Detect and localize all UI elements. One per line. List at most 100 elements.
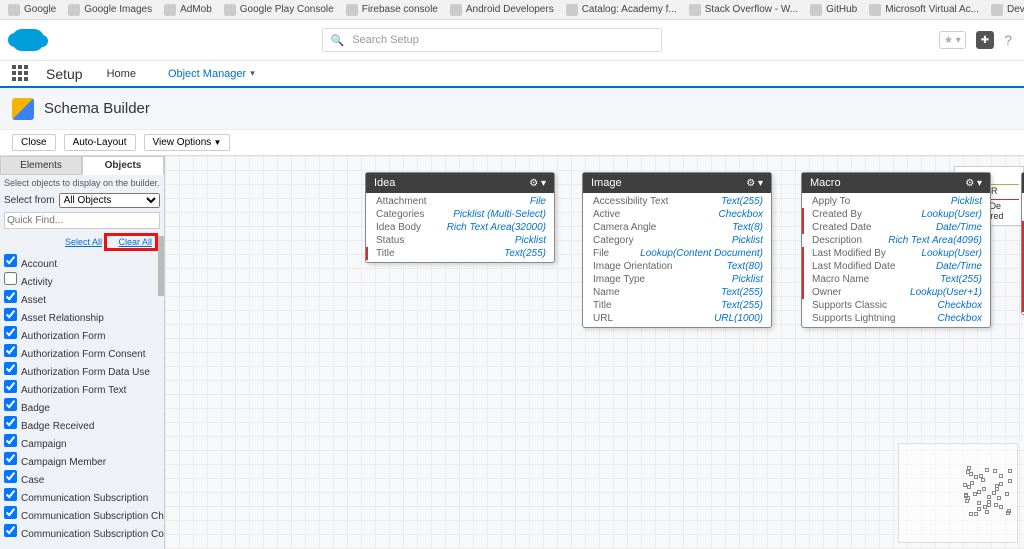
object-card[interactable]: Idea⚙ ▾ AttachmentFileCategoriesPicklist … (365, 172, 555, 263)
object-checkbox[interactable] (4, 254, 17, 267)
object-item[interactable]: Communication Subscription Channel T (0, 505, 164, 523)
help-icon[interactable]: ? (1004, 32, 1012, 48)
object-item[interactable]: Authorization Form (0, 325, 164, 343)
field-row[interactable]: CategoryPicklist (583, 234, 771, 247)
quick-find-input[interactable] (4, 212, 160, 229)
object-card[interactable]: Macro⚙ ▾ Apply ToPicklistCreated ByLookup… (801, 172, 991, 328)
field-row[interactable]: OwnerLookup(User+1) (802, 286, 990, 299)
bookmark-item[interactable]: Stack Overflow - W... (689, 4, 798, 16)
setup-search[interactable]: 🔍 Search Setup (322, 28, 662, 52)
card-header[interactable]: Image⚙ ▾ (583, 173, 771, 193)
field-row[interactable]: AttachmentFile (366, 195, 554, 208)
field-row[interactable]: StatusPicklist (366, 234, 554, 247)
object-checkbox[interactable] (4, 506, 17, 519)
tab-home[interactable]: Home (99, 61, 144, 88)
field-row[interactable]: Created DateDate/Time (802, 221, 990, 234)
bookmark-item[interactable]: Catalog: Academy f... (566, 4, 677, 16)
object-item[interactable]: Authorization Form Data Use (0, 361, 164, 379)
bookmark-item[interactable]: Google Play Console (224, 4, 334, 16)
field-row[interactable]: Idea BodyRich Text Area(32000) (366, 221, 554, 234)
object-item[interactable]: Case (0, 469, 164, 487)
field-row[interactable]: URLURL(1000) (583, 312, 771, 325)
object-checkbox[interactable] (4, 470, 17, 483)
object-checkbox[interactable] (4, 434, 17, 447)
field-row[interactable]: DescriptionRich Text Area(4096) (802, 234, 990, 247)
object-item[interactable]: Campaign (0, 433, 164, 451)
auto-layout-button[interactable]: Auto-Layout (64, 134, 136, 151)
field-row[interactable]: Last Modified DateDate/Time (802, 260, 990, 273)
field-row[interactable]: Image OrientationText(80) (583, 260, 771, 273)
object-checkbox[interactable] (4, 326, 17, 339)
bookmark-item[interactable]: Developer (991, 4, 1024, 16)
object-item[interactable]: Badge (0, 397, 164, 415)
bookmark-item[interactable]: Microsoft Virtual Ac... (869, 4, 979, 16)
object-checkbox[interactable] (4, 488, 17, 501)
gear-icon[interactable]: ⚙ ▾ (965, 178, 982, 189)
card-header[interactable]: Idea⚙ ▾ (366, 173, 554, 193)
bookmark-item[interactable]: Google (8, 4, 56, 16)
favorites-button[interactable]: ★ ▾ (939, 31, 966, 49)
object-item[interactable]: Authorization Form Text (0, 379, 164, 397)
field-row[interactable]: Created ByLookup(User) (802, 208, 990, 221)
object-checkbox[interactable] (4, 308, 17, 321)
select-all-link[interactable]: Select All (65, 237, 102, 247)
field-row[interactable]: Accessibility TextText(255) (583, 195, 771, 208)
clear-all-link[interactable]: Clear All (118, 237, 152, 247)
overview-blip (982, 487, 986, 491)
field-row[interactable]: CategoriesPicklist (Multi-Select) (366, 208, 554, 221)
object-item[interactable]: Asset Relationship (0, 307, 164, 325)
object-item[interactable]: Communication Subscription (0, 487, 164, 505)
field-row[interactable]: TitleText(255) (366, 247, 554, 260)
scrollbar-thumb[interactable] (158, 236, 164, 296)
overview-map[interactable] (898, 443, 1018, 543)
field-row[interactable]: Image TypePicklist (583, 273, 771, 286)
object-checkbox[interactable] (4, 290, 17, 303)
select-from-dropdown[interactable]: All Objects (59, 193, 160, 208)
object-checkbox[interactable] (4, 452, 17, 465)
overview-blip (967, 485, 971, 489)
field-row[interactable]: Last Modified ByLookup(User) (802, 247, 990, 260)
object-checkbox[interactable] (4, 380, 17, 393)
object-checkbox[interactable] (4, 524, 17, 537)
object-item[interactable]: Authorization Form Consent (0, 343, 164, 361)
object-item[interactable]: Badge Received (0, 415, 164, 433)
object-card[interactable]: Image⚙ ▾ Accessibility TextText(255)Activ… (582, 172, 772, 328)
field-row[interactable]: Apply ToPicklist (802, 195, 990, 208)
object-item[interactable]: Campaign Member (0, 451, 164, 469)
field-row[interactable]: TitleText(255) (583, 299, 771, 312)
tab-objects[interactable]: Objects (82, 156, 164, 175)
bookmark-item[interactable]: AdMob (164, 4, 212, 16)
object-item[interactable]: Activity (0, 271, 164, 289)
bookmark-item[interactable]: Firebase console (346, 4, 438, 16)
object-checkbox[interactable] (4, 344, 17, 357)
field-row[interactable]: NameText(255) (583, 286, 771, 299)
tab-object-manager[interactable]: Object Manager▾ (160, 61, 263, 86)
object-item[interactable]: Account (0, 253, 164, 271)
card-header[interactable]: Macro⚙ ▾ (802, 173, 990, 193)
bookmark-item[interactable]: GitHub (810, 4, 857, 16)
tab-elements[interactable]: Elements (0, 156, 82, 175)
field-row[interactable]: Macro NameText(255) (802, 273, 990, 286)
field-row[interactable]: ActiveCheckbox (583, 208, 771, 221)
object-checkbox[interactable] (4, 272, 17, 285)
close-button[interactable]: Close (12, 134, 56, 151)
object-checkbox[interactable] (4, 398, 17, 411)
bookmark-item[interactable]: Google Images (68, 4, 152, 16)
gear-icon[interactable]: ⚙ ▾ (746, 178, 763, 189)
view-options-button[interactable]: View Options (144, 134, 231, 151)
salesforce-logo[interactable] (12, 29, 44, 51)
canvas[interactable]: Legend Lookup R Master-De Required Idea⚙… (165, 156, 1024, 549)
field-row[interactable]: Supports LightningCheckbox (802, 312, 990, 325)
field-row[interactable]: FileLookup(Content Document) (583, 247, 771, 260)
object-item[interactable]: Communication Subscription Consent (0, 523, 164, 541)
overview-blip (992, 491, 996, 495)
object-checkbox[interactable] (4, 362, 17, 375)
field-row[interactable]: Camera AngleText(8) (583, 221, 771, 234)
object-item[interactable]: Asset (0, 289, 164, 307)
bookmark-item[interactable]: Android Developers (450, 4, 554, 16)
gear-icon[interactable]: ⚙ ▾ (529, 178, 546, 189)
create-button[interactable]: ✚ (976, 31, 994, 49)
app-launcher-icon[interactable] (12, 65, 30, 83)
object-checkbox[interactable] (4, 416, 17, 429)
field-row[interactable]: Supports ClassicCheckbox (802, 299, 990, 312)
